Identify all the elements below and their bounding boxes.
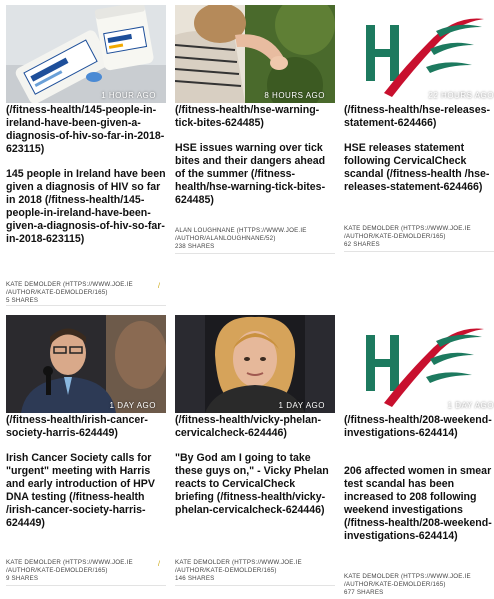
share-count: 5 SHARES (6, 297, 39, 304)
article-link[interactable]: (/fitness-health/vicky-phelan-cervicalch… (175, 414, 335, 440)
article-thumbnail-hse-logo[interactable]: 1 DAY AGO (344, 315, 494, 413)
article-card[interactable]: 1 HOUR AGO (/fitness-health/145-people-i… (6, 5, 166, 306)
article-card[interactable]: 1 DAY AGO (/fitness-health/vicky-phelan-… (175, 315, 335, 595)
article-author[interactable]: KATE DEMOLDER (HTTPS://WWW.JOE.IE /AUTHO… (6, 281, 156, 297)
divider (6, 585, 166, 586)
article-thumbnail-tick-bite[interactable]: 8 HOURS AGO (175, 5, 335, 103)
time-ago: 1 DAY AGO (109, 401, 156, 410)
article-thumbnail-harris[interactable]: 1 DAY AGO (6, 315, 166, 413)
article-author[interactable]: KATE DEMOLDER (HTTPS://WWW.JOE.IE /AUTHO… (344, 573, 494, 589)
article-author[interactable]: KATE DEMOLDER (HTTPS://WWW.JOE.IE /AUTHO… (175, 559, 325, 575)
bookmark-icon[interactable]: / (158, 561, 160, 568)
divider (175, 585, 335, 586)
article-headline[interactable]: 145 people in Ireland have been given a … (6, 168, 166, 246)
time-ago: 1 HOUR AGO (101, 91, 156, 100)
article-link[interactable]: (/fitness-health/208-weekend-investigati… (344, 414, 494, 440)
divider (175, 253, 335, 254)
article-thumbnail-hiv-medication[interactable]: 1 HOUR AGO (6, 5, 166, 103)
article-headline[interactable]: "By God am I going to take these guys on… (175, 452, 335, 517)
article-author[interactable]: ALAN LOUGHNANE (HTTPS://WWW.JOE.IE /AUTH… (175, 227, 325, 243)
article-author[interactable]: KATE DEMOLDER (HTTPS://WWW.JOE.IE /AUTHO… (6, 559, 156, 575)
share-count: 146 SHARES (175, 575, 215, 582)
divider (344, 251, 494, 252)
share-count: 62 SHARES (344, 241, 380, 248)
time-ago: 1 DAY AGO (447, 401, 494, 410)
article-headline[interactable]: Irish Cancer Society calls for "urgent" … (6, 452, 166, 530)
article-headline[interactable]: HSE releases statement following Cervica… (344, 142, 494, 194)
article-card[interactable]: 8 HOURS AGO (/fitness-health/hse-warning… (175, 5, 335, 305)
article-link[interactable]: (/fitness-health/hse-warning-tick-bites-… (175, 104, 335, 130)
article-author[interactable]: KATE DEMOLDER (HTTPS://WWW.JOE.IE /AUTHO… (344, 225, 494, 241)
share-count: 238 SHARES (175, 243, 215, 250)
article-link[interactable]: (/fitness-health/145-people-in-ireland-h… (6, 104, 166, 156)
time-ago: 22 HOURS AGO (428, 91, 494, 100)
share-count: 677 SHARES (344, 589, 384, 596)
article-link[interactable]: (/fitness-health/irish-cancer-society-ha… (6, 414, 166, 440)
divider (6, 305, 166, 306)
article-link[interactable]: (/fitness-health/hse-releases-statement-… (344, 104, 494, 130)
article-headline[interactable]: 206 affected women in smear test scandal… (344, 465, 494, 543)
article-thumbnail-vicky-phelan[interactable]: 1 DAY AGO (175, 315, 335, 413)
time-ago: 8 HOURS AGO (264, 91, 325, 100)
share-count: 9 SHARES (6, 575, 39, 582)
article-card[interactable]: 1 DAY AGO (/fitness-health/208-weekend-i… (344, 315, 494, 597)
article-card[interactable]: 1 DAY AGO (/fitness-health/irish-cancer-… (6, 315, 166, 595)
article-card[interactable]: 22 HOURS AGO (/fitness-health/hse-releas… (344, 5, 494, 305)
article-headline[interactable]: HSE issues warning over tick bites and t… (175, 142, 335, 207)
bookmark-icon[interactable]: / (158, 283, 160, 290)
article-thumbnail-hse-logo[interactable]: 22 HOURS AGO (344, 5, 494, 103)
time-ago: 1 DAY AGO (278, 401, 325, 410)
